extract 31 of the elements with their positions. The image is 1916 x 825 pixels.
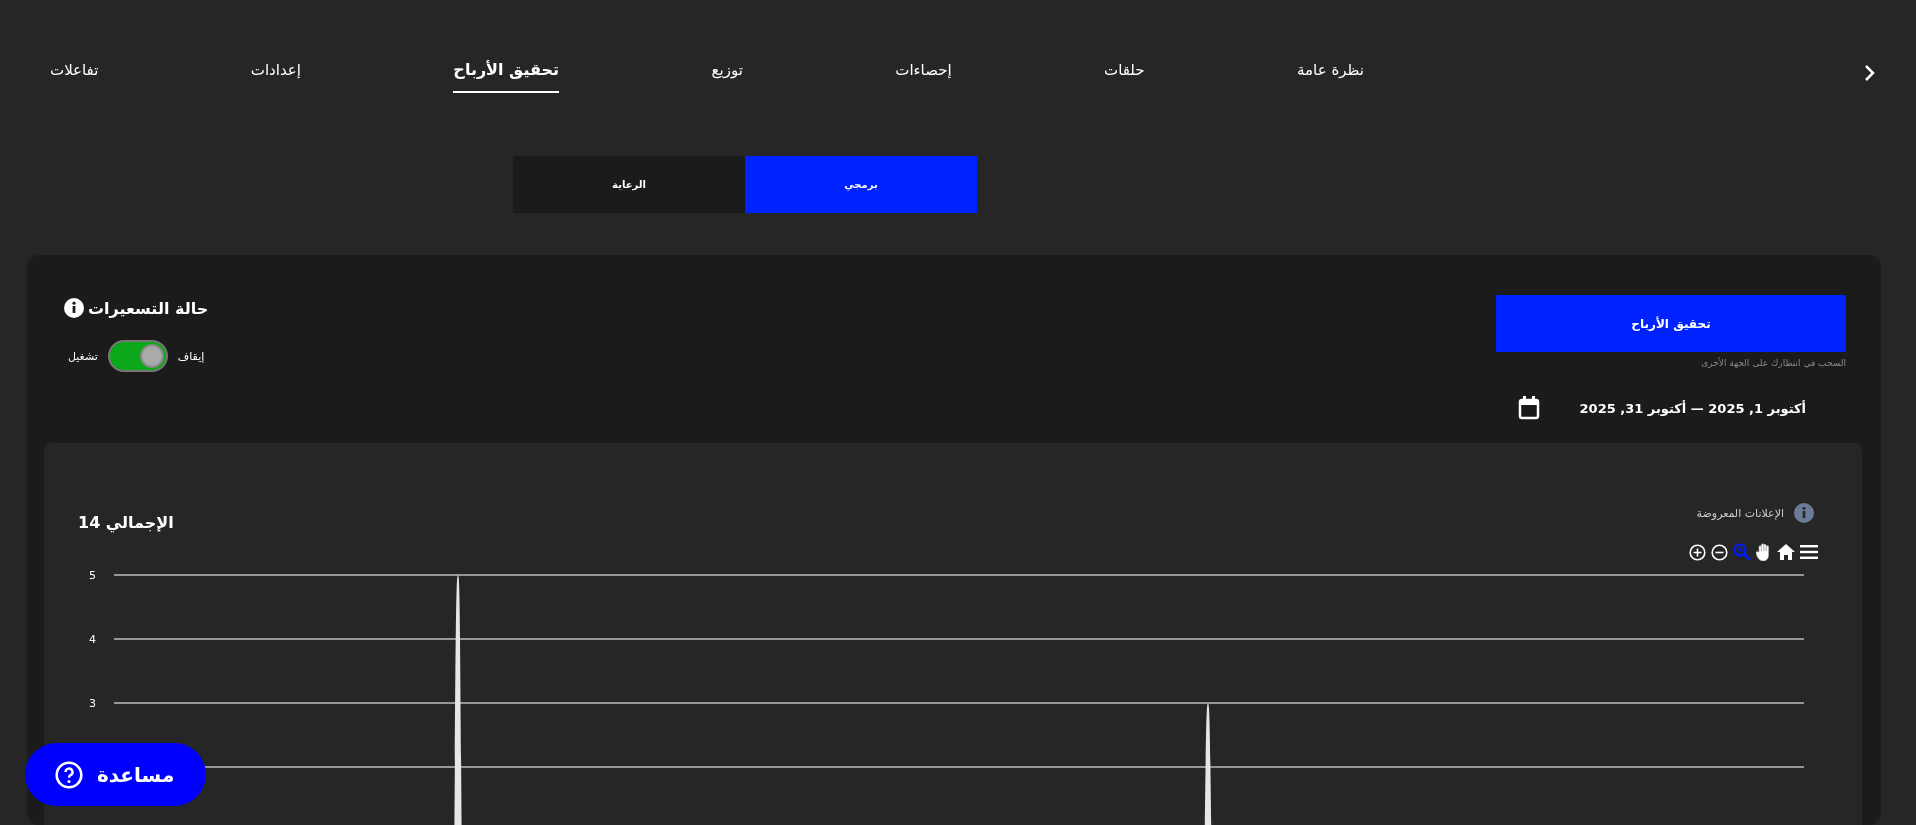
segment-tab[interactable]: الرعاية <box>513 156 745 213</box>
chevron-right-icon[interactable] <box>1864 63 1876 82</box>
monetize-button[interactable]: تحقيق الأرباح <box>1496 295 1846 352</box>
nav-tab[interactable]: نظرة عامة <box>1297 52 1364 93</box>
total-count: الإجمالي 14 <box>78 511 174 532</box>
calendar-icon[interactable] <box>1517 396 1540 420</box>
y-axis-label: 3 <box>89 697 96 710</box>
nav-tab[interactable]: تحقيق الأرباح <box>453 52 560 93</box>
nav-tab[interactable]: حلقات <box>1104 52 1145 93</box>
nav-tab[interactable]: إعدادات <box>250 52 301 93</box>
nav-tab[interactable]: إحصاءات <box>895 52 952 93</box>
info-icon[interactable] <box>64 298 84 318</box>
toggle-switch[interactable] <box>107 340 168 372</box>
segment-tab[interactable]: برمجي <box>745 156 977 213</box>
pricing-status-title: حالة التسعيرات <box>88 298 209 318</box>
y-axis-label: 4 <box>89 633 96 646</box>
date-range[interactable]: أكتوبر 1, 2025 — أكتوبر 31, 2025 <box>1579 400 1806 416</box>
hand-icon[interactable] <box>1756 543 1772 561</box>
off-label: إيقاف <box>177 349 205 363</box>
zoom-in-icon[interactable] <box>1689 543 1706 561</box>
on-label: تشغيل <box>67 349 98 363</box>
nav-tab[interactable]: توزيع <box>711 52 743 93</box>
menu-icon[interactable] <box>1800 545 1818 559</box>
home-icon[interactable] <box>1777 544 1795 560</box>
y-axis-label: 5 <box>89 569 96 582</box>
help-button[interactable]: مساعدة <box>25 743 207 806</box>
metric-label: الإعلانات المعروضة <box>1696 506 1784 520</box>
question-icon <box>55 760 83 789</box>
zoom-out-icon[interactable] <box>1711 543 1728 561</box>
caption-text: السحب في انتظارك على الجهة الأخرى <box>1701 358 1846 368</box>
nav-tab[interactable]: تفاعلات <box>50 52 99 93</box>
